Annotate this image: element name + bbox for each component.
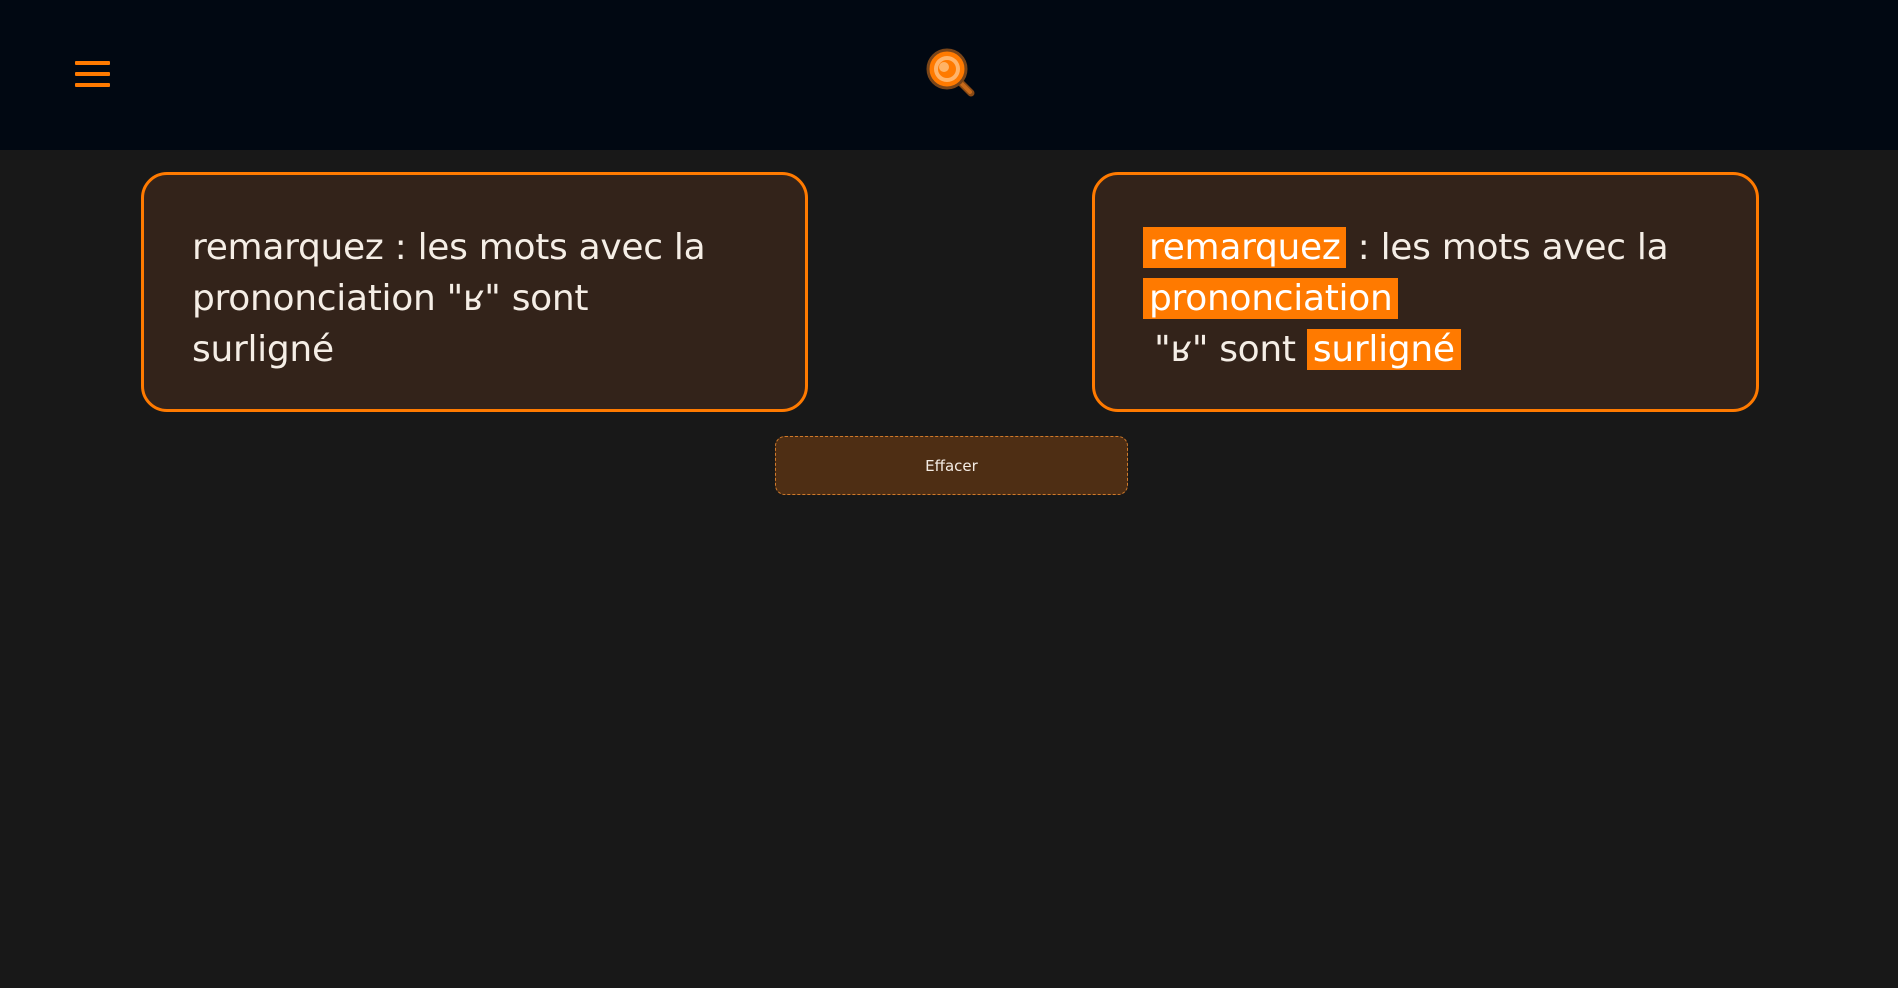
highlighted-word: surligné [1306, 329, 1461, 370]
input-text-panel[interactable]: remarquez : les mots avec la prononciatio… [141, 172, 808, 412]
hamburger-menu-icon[interactable] [72, 58, 112, 90]
input-line-2: prononciation "ʁ" sont surligné [192, 278, 600, 370]
output-highlight-panel: remarquez : les mots avec la prononciatio… [1092, 172, 1759, 412]
clear-button-label: Effacer [925, 456, 978, 475]
menu-bar-line [75, 72, 110, 76]
highlighted-word: remarquez [1143, 227, 1347, 268]
menu-bar-line [75, 83, 110, 87]
highlighted-output-text: remarquez : les mots avec la prononciatio… [1143, 222, 1683, 375]
top-bar [0, 0, 1898, 150]
input-text-area[interactable]: remarquez : les mots avec la prononciatio… [192, 222, 732, 375]
input-line-1: remarquez : les mots avec la [192, 227, 706, 268]
clear-button[interactable]: Effacer [775, 436, 1128, 495]
magnifier-logo-icon[interactable] [924, 46, 978, 100]
plain-text: "ʁ" sont [1143, 329, 1307, 370]
menu-bar-line [75, 61, 110, 65]
plain-text: : les mots avec la [1346, 227, 1669, 268]
highlighted-word: prononciation [1143, 278, 1399, 319]
